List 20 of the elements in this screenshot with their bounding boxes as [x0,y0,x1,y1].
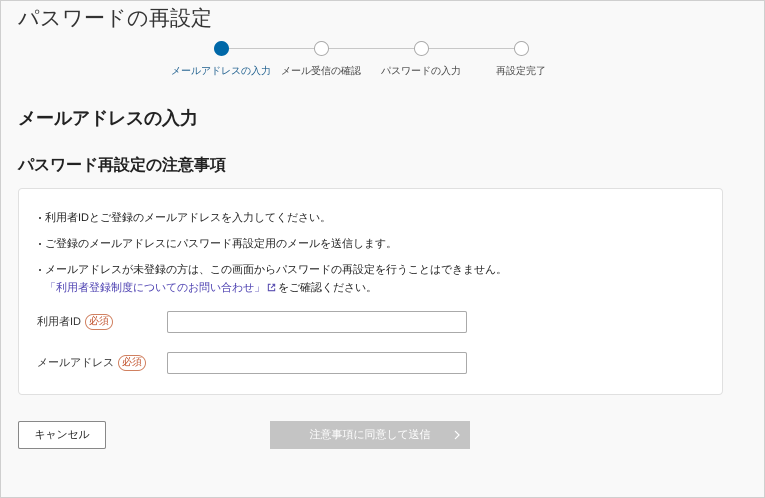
step-label: 再設定完了 [496,64,546,79]
required-badge: 必須 [118,355,146,371]
notice-text: ご登録のメールアドレスにパスワード再設定用のメールを送信します。 [45,236,397,252]
notice-text: メールアドレスが未登録の方は、この画面からパスワードの再設定を行うことはできません。 「利用者登録制度についてのお問い合わせ」 をご確認ください。 [45,262,508,296]
notice-heading: パスワード再設定の注意事項 [18,155,227,176]
step-label: メール受信の確認 [281,64,361,79]
input-field[interactable] [167,311,467,333]
input-field[interactable] [167,352,467,374]
external-link-icon [267,283,276,292]
field-label: メールアドレス [37,356,114,371]
required-badge: 必須 [85,314,113,330]
section-heading: メールアドレスの入力 [18,107,199,130]
cancel-button[interactable]: キャンセル [18,421,106,449]
field-label: 利用者ID [37,314,81,330]
notice-text: 利用者IDとご登録のメールアドレスを入力してください。 [45,211,331,226]
step-label: メールアドレスの入力 [171,64,271,79]
page-title: パスワードの再設定 [18,6,213,32]
chevron-right-icon [454,430,460,440]
inquiry-link[interactable]: 「利用者登録制度についてのお問い合わせ」 [45,282,265,294]
step-label: パスワードの入力 [381,64,461,79]
